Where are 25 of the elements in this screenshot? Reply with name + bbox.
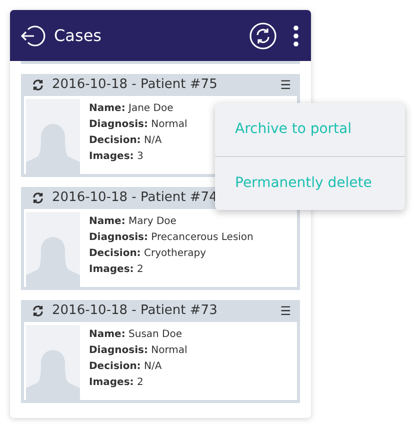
- case-detail: Diagnosis: Normal: [89, 118, 188, 132]
- case-detail: Images: 2: [89, 376, 144, 390]
- case-detail: Name: Jane Doe: [89, 102, 174, 116]
- person-silhouette-icon: [26, 99, 80, 174]
- case-header[interactable]: 2016-10-18 - Patient #75 ☰: [24, 74, 297, 96]
- case-detail: Decision: Cryotherapy: [89, 247, 208, 261]
- sync-icon[interactable]: [32, 192, 44, 204]
- case-header[interactable]: 2016-10-18 - Patient #73 ☰: [24, 300, 297, 322]
- case-detail: Images: 2: [89, 263, 144, 277]
- sync-icon[interactable]: [32, 305, 44, 317]
- person-silhouette-icon: [26, 212, 80, 287]
- back-icon[interactable]: [20, 22, 46, 48]
- case-detail: Decision: N/A: [89, 360, 163, 374]
- case-title: 2016-10-18 - Patient #75: [52, 76, 218, 94]
- case-detail: Name: Susan Doe: [89, 328, 184, 342]
- case-detail: Diagnosis: Normal: [89, 344, 188, 358]
- case-detail: Decision: N/A: [89, 134, 163, 148]
- case-detail: Diagnosis: Precancerous Lesion: [89, 231, 254, 245]
- more-options-icon[interactable]: [293, 24, 299, 46]
- case-title: 2016-10-18 - Patient #73: [52, 302, 218, 320]
- app-title: Cases: [54, 24, 102, 46]
- person-silhouette-icon: [26, 325, 80, 400]
- case-detail: Images: 3: [89, 150, 144, 164]
- sync-icon[interactable]: [32, 79, 44, 91]
- case-detail: Name: Mary Doe: [89, 215, 178, 229]
